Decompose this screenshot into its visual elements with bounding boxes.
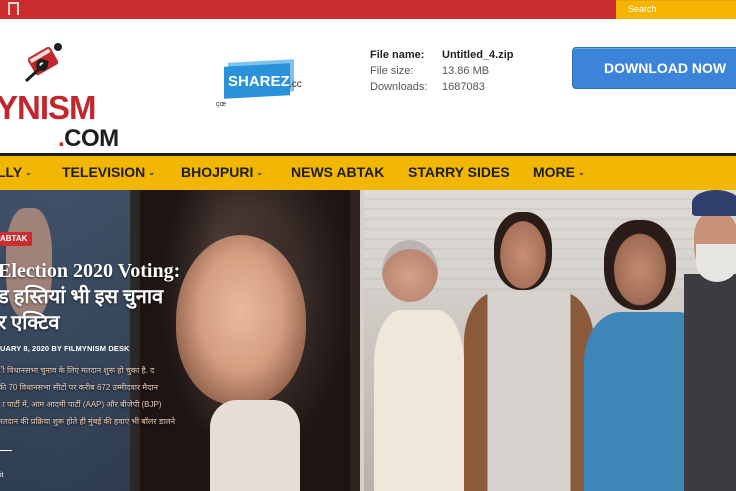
sharez-small-mark: çœ: [216, 101, 227, 108]
file-info-row: File name: Untitled_4.zip: [370, 47, 514, 63]
search-input[interactable]: Search: [616, 0, 736, 19]
logo-text: YNISM: [0, 89, 97, 126]
top-bar: Search: [0, 0, 736, 19]
nav-item-starry-sides[interactable]: STARRY SIDES: [408, 164, 510, 180]
article-excerpt: ी विधानसभा चुनाव के लिए मतदान शुरू हो चु…: [0, 366, 176, 426]
file-name-value: Untitled_4.zip: [442, 49, 514, 61]
read-more-divider: [0, 450, 12, 451]
article-headline[interactable]: Election 2020 Voting: ड हस्तियां भी इस च…: [0, 258, 248, 336]
nav-item-news-abtak[interactable]: NEWS ABTAK: [291, 164, 384, 180]
file-info: File name: Untitled_4.zip File size: 13.…: [370, 47, 514, 95]
category-badge[interactable]: ABTAK: [0, 232, 33, 246]
read-more-link[interactable]: it: [0, 472, 4, 479]
sharez-logo[interactable]: SHAREZ .cc çœ: [214, 49, 309, 109]
film-reel-icon: [24, 43, 62, 83]
page: Search YNISM .COM SHAREZ .cc çœ File nam…: [0, 0, 736, 491]
logo-com-text: .COM: [58, 125, 119, 152]
site-logo[interactable]: YNISM .COM: [0, 39, 130, 153]
downloads-value: 1687083: [442, 81, 485, 93]
nav-item-bollywood[interactable]: LLY ⌄: [0, 164, 32, 180]
file-info-row: Downloads: 1687083: [370, 79, 514, 95]
main-nav: LLY ⌄ TELEVISION ⌄ BHOJPURI ⌄ NEWS ABTAK ST…: [0, 153, 736, 190]
nav-item-bhojpuri[interactable]: BHOJPURI ⌄: [181, 164, 263, 180]
file-info-row: File size: 13.86 MB: [370, 63, 514, 79]
sharez-text: SHAREZ: [228, 73, 290, 90]
download-now-button[interactable]: DOWNLOAD NOW: [572, 47, 736, 89]
featured-article: ABTAK Election 2020 Voting: ड हस्तियां भ…: [0, 190, 360, 491]
photo-person: [374, 240, 464, 491]
chevron-down-icon: ⌄: [578, 168, 585, 177]
site-header: YNISM .COM SHAREZ .cc çœ File name: Unti…: [0, 19, 736, 153]
home-icon[interactable]: [8, 2, 19, 15]
nav-item-television[interactable]: TELEVISION ⌄: [62, 164, 155, 180]
file-name-label: File name:: [370, 49, 425, 61]
chevron-down-icon: ⌄: [148, 168, 155, 177]
photo-person: [684, 190, 736, 491]
chevron-down-icon: ⌄: [25, 168, 32, 177]
chevron-down-icon: ⌄: [256, 168, 264, 177]
file-size-label: File size:: [370, 65, 414, 77]
nav-item-more[interactable]: MORE ⌄: [533, 164, 585, 180]
photo-person: [464, 212, 594, 491]
downloads-label: Downloads:: [370, 81, 428, 93]
file-size-value: 13.86 MB: [442, 65, 490, 77]
featured-photo-right: [364, 190, 736, 491]
sharez-suffix: .cc: [289, 79, 302, 90]
article-meta: UARY 8, 2020 BY FILMYNISM DESK: [0, 344, 130, 353]
